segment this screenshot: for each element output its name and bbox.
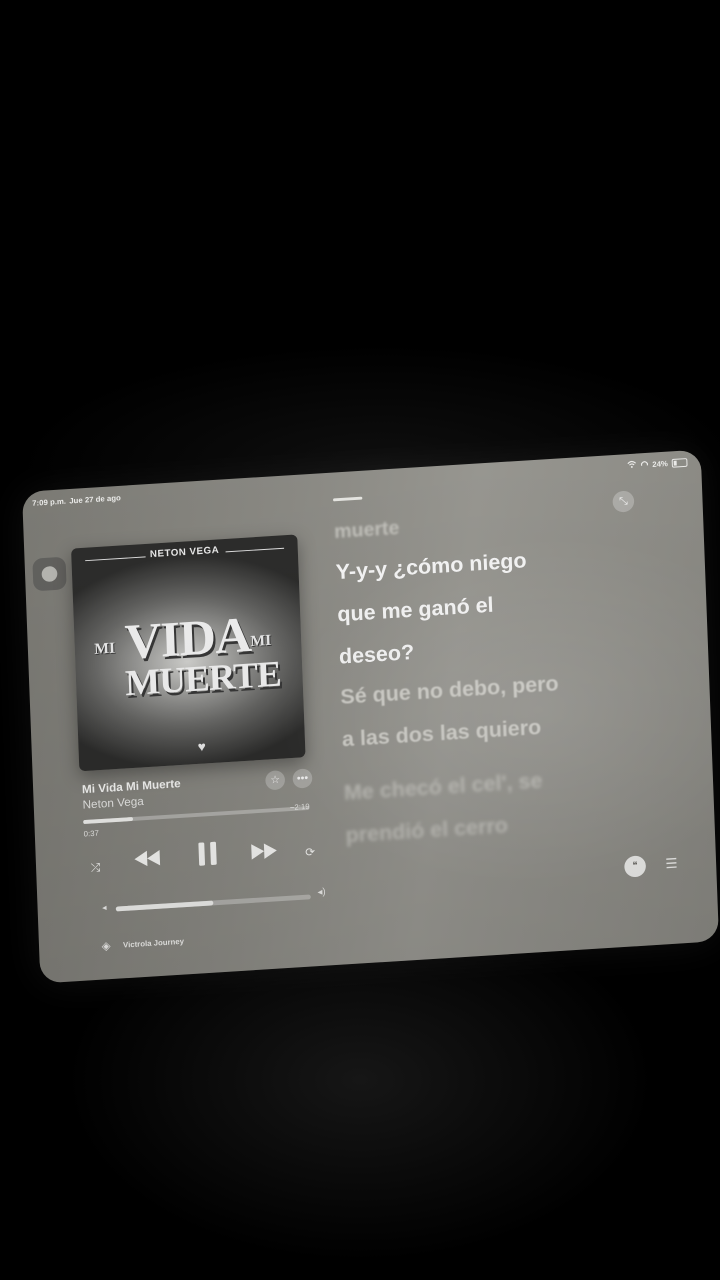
art-artist-label: NETON VEGA (149, 545, 220, 560)
progress-fill (83, 817, 134, 824)
fast-forward-icon (251, 843, 277, 860)
lyric-line-next[interactable]: Sé que no debo, pero a las dos las quier… (340, 662, 561, 760)
repeat-icon: ⟳ (304, 845, 316, 860)
art-title-mi-right: MI (250, 632, 272, 650)
volume-fill (115, 900, 214, 912)
lyric-line-active[interactable]: Y-y-y ¿cómo niego que me ganó el deseo? (335, 539, 530, 678)
rewind-button[interactable] (133, 849, 161, 873)
forward-button[interactable] (250, 842, 278, 866)
status-date: Jue 27 de ago (69, 493, 122, 506)
track-artist[interactable]: Neton Vega (82, 794, 144, 811)
list-icon: ☰ (665, 855, 678, 872)
rewind-icon (134, 850, 161, 867)
battery-percent: 24% (652, 458, 669, 469)
collapse-icon: ⤡ (618, 495, 628, 508)
volume-high-icon: ◂) (317, 886, 326, 898)
battery-icon (671, 457, 688, 468)
shuffle-button[interactable]: ⤮ (91, 860, 101, 875)
lyric-line-previous[interactable]: muerte (333, 507, 400, 553)
lyric-text: muerte (333, 517, 400, 543)
wifi-icon (627, 460, 637, 470)
track-title: Mi Vida Mi Muerte (81, 776, 181, 797)
album-artwork: NETON VEGA MI VIDA MI MUERTE ♥ (71, 534, 306, 772)
favorite-button[interactable]: ☆ (265, 770, 286, 791)
repeat-button[interactable]: ⟳ (305, 845, 315, 859)
pause-button[interactable] (196, 841, 219, 872)
more-button[interactable]: ••• (292, 768, 313, 789)
ellipsis-icon: ••• (296, 772, 309, 785)
time-remaining: −2:19 (289, 802, 310, 813)
star-icon: ☆ (270, 774, 281, 787)
queue-button[interactable]: ☰ (665, 855, 678, 872)
pause-icon (198, 841, 217, 866)
quote-bubble-icon: ❝ (632, 860, 638, 872)
broken-heart-icon: ♥ (197, 738, 207, 755)
airplay-icon: ◈ (101, 938, 111, 953)
lyric-line-upcoming[interactable]: Me checó el cel', se prendió el cerro (343, 760, 544, 857)
volume-low-icon: ◂ (101, 902, 107, 913)
lyrics-button[interactable]: ❝ (623, 855, 647, 878)
volume-slider[interactable] (115, 894, 311, 912)
sheet-grabber[interactable] (333, 496, 363, 502)
collapse-button[interactable]: ⤡ (612, 490, 635, 513)
status-indicators: 24% (627, 457, 688, 470)
tablet-screen: 7:09 p.m. Jue 27 de ago 24% NETON VEGA M… (22, 449, 720, 984)
shuffle-icon: ⤮ (90, 860, 101, 875)
airplay-button[interactable]: ◈ (101, 939, 111, 953)
time-elapsed: 0:37 (83, 828, 100, 839)
assistive-touch-button[interactable] (32, 556, 67, 592)
headphones-icon (640, 460, 649, 470)
output-device-name[interactable]: Victrola Journey (123, 937, 184, 949)
status-time: 7:09 p.m. (32, 496, 67, 508)
